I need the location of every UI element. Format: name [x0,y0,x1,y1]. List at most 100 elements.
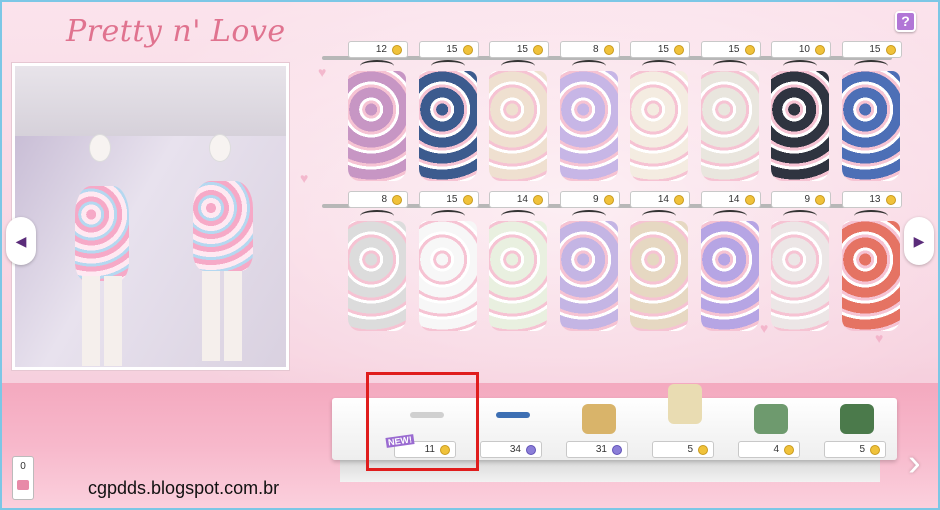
garment-image [489,71,547,181]
mannequin-head [209,134,231,162]
coin-currency-icon [698,445,708,455]
bag-count: 0 [20,461,26,472]
garment-image [841,71,900,181]
price-tag: 9 [559,191,620,208]
coin-currency-icon [674,195,684,205]
coin-currency-icon [674,45,684,55]
price-value: 12 [375,44,387,55]
coin-currency-icon [885,45,896,55]
clothing-item-floral-sundress[interactable]: 14 [481,191,551,341]
coin-currency-icon [603,45,614,55]
price-tag: 31 [566,441,628,458]
clothing-item-ruffle-white-dress[interactable]: 15 [411,191,481,341]
accessory-item-love-necklace[interactable]: 31 [562,398,634,458]
pretty-n-love-logo: Pretty n' Love [66,14,286,49]
bag-icon [17,480,29,490]
accessory-image [840,404,874,434]
coin-currency-icon [744,45,755,55]
mannequin-head [89,134,111,162]
price-tag: 15 [489,41,549,58]
price-tag: 5 [652,441,714,458]
clothing-item-floral-cream-dress[interactable]: 15 [481,41,551,191]
price-value: 5 [859,444,865,455]
next-rack-button[interactable]: ▶ [904,217,934,265]
price-tag: 15 [630,41,690,58]
price-value: 14 [728,194,740,205]
price-value: 31 [595,444,607,455]
help-button[interactable]: ? [895,11,916,32]
garment-image [418,71,477,181]
clothing-item-floral-off-shoulder-top[interactable]: 10 [763,41,833,191]
coin-currency-icon [744,195,755,205]
price-value: 8 [381,194,387,205]
price-value: 14 [657,194,669,205]
accessory-item-floral-clutch[interactable]: 4 [734,398,806,458]
accessory-image [668,384,702,424]
garment-image [841,221,900,331]
highlight-box [366,372,479,471]
price-value: 15 [446,44,458,55]
accessory-item-blue-bracelet[interactable]: 34 [476,398,548,458]
clothing-item-floral-navy-dress[interactable]: 15 [411,41,481,191]
price-tag: 14 [630,191,690,208]
heart-decoration: ♥ [318,64,327,80]
accessory-item-floral-heels[interactable]: 5 [820,398,892,458]
shopping-bag[interactable]: 0 [12,456,34,500]
price-tag: 5 [824,441,886,458]
price-value: 15 [516,44,528,55]
garment-image [630,71,688,181]
clothing-item-coral-peplum-skirt[interactable]: 13 [834,191,904,341]
coin-currency-icon [392,45,402,55]
clothing-item-floral-maxi-dress[interactable]: 15 [622,41,692,191]
price-tag: 10 [771,41,831,58]
garment-image [771,221,829,331]
price-tag: 14 [700,191,761,208]
shelf-next-arrow[interactable]: › [908,444,928,484]
price-value: 9 [804,194,810,205]
garment-image [630,221,688,331]
mannequin-legs [82,276,122,366]
price-value: 34 [509,444,521,455]
clothing-item-lace-blouse[interactable]: 12 [340,41,410,191]
price-tag: 15 [700,41,761,58]
shop-window [12,63,289,370]
garment-image [559,221,618,331]
clothing-item-pastel-crop-top[interactable]: 8 [552,41,622,191]
diamond-currency-icon [612,445,622,455]
heart-decoration: ♥ [300,170,309,186]
coin-currency-icon [885,195,896,205]
clothing-item-pastel-top[interactable]: 9 [552,191,622,341]
price-tag: 15 [841,41,902,58]
coin-currency-icon [392,195,402,205]
mannequin-right[interactable] [175,126,265,366]
clothing-item-floral-jacket[interactable]: 15 [693,41,763,191]
coin-currency-icon [815,195,825,205]
mannequin-left[interactable] [55,126,145,366]
garment-image [700,71,759,181]
prev-rack-button[interactable]: ◀ [6,217,36,265]
garment-image [700,221,759,331]
mannequin-outfit [75,186,129,281]
clothing-item-striped-leggings[interactable]: 8 [340,191,410,341]
watermark-text: cgpdds.blogspot.com.br [88,478,280,498]
price-tag: 9 [771,191,831,208]
clothing-item-blue-lace-dress[interactable]: 15 [834,41,904,191]
price-tag: 15 [418,191,479,208]
price-tag: 15 [418,41,479,58]
garment-image [348,221,406,331]
price-value: 9 [592,194,599,205]
accessory-item-cream-handbag[interactable]: 5 [648,384,720,458]
garment-image [559,71,618,181]
coin-currency-icon [533,45,543,55]
price-value: 10 [798,44,810,55]
clothing-item-floral-bandeau-top[interactable]: 9 [763,191,833,341]
price-value: 13 [869,194,881,205]
clothing-item-lilac-floral-dress[interactable]: 14 [693,191,763,341]
mannequin-legs [202,271,242,361]
price-tag: 34 [480,441,542,458]
coin-currency-icon [462,45,473,55]
garment-image [418,221,477,331]
diamond-currency-icon [526,445,536,455]
price-value: 8 [592,44,599,55]
clothing-item-embroidered-dress[interactable]: 14 [622,191,692,341]
